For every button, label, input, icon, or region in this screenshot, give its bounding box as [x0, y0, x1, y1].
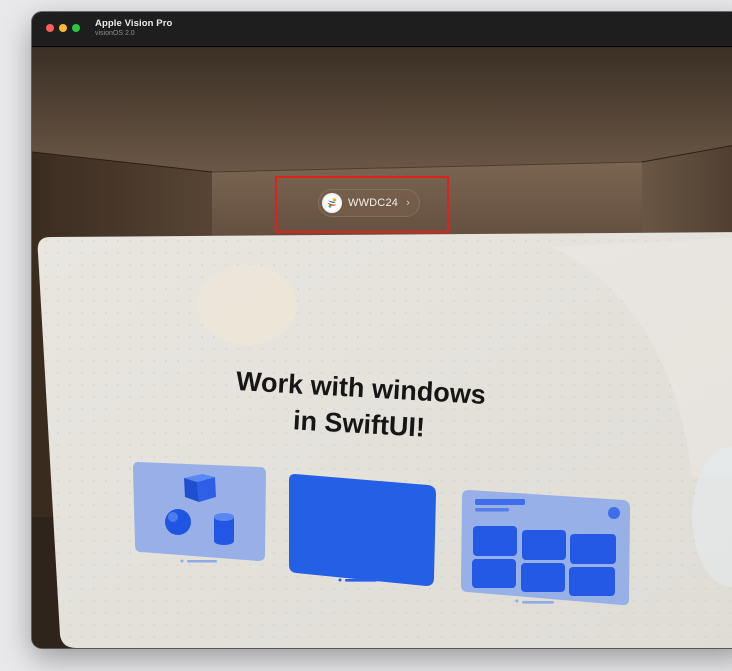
swift-logo-icon [322, 193, 342, 213]
simulator-window: Apple Vision Pro visionOS 2.0 WWDC24 › W… [32, 12, 732, 648]
window-subtitle: visionOS 2.0 [95, 30, 135, 37]
window-title: Apple Vision Pro [95, 18, 173, 29]
screen: Apple Vision Pro visionOS 2.0 WWDC24 › W… [0, 0, 732, 671]
close-window-button[interactable] [46, 24, 54, 32]
window-card-button[interactable] [289, 474, 436, 586]
minimize-window-button[interactable] [59, 24, 67, 32]
simulator-viewport[interactable]: WWDC24 › Work with windows in SwiftUI! [32, 47, 732, 648]
zoom-window-button[interactable] [72, 24, 80, 32]
wwdc24-ornament-button[interactable]: WWDC24 › [318, 189, 420, 217]
dashboard-card-button[interactable] [461, 490, 630, 606]
volume-card-button[interactable] [133, 462, 266, 562]
chevron-right-icon: › [406, 197, 410, 209]
ornament-label: WWDC24 [348, 197, 399, 209]
title-bar: Apple Vision Pro visionOS 2.0 [32, 12, 732, 47]
